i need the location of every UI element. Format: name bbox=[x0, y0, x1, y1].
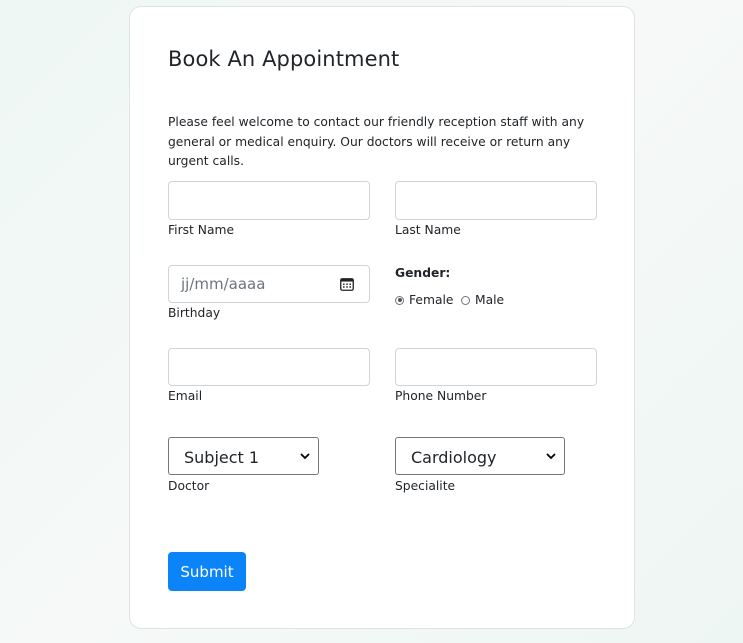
doctor-select[interactable]: Subject 1 bbox=[168, 437, 319, 475]
chevron-down-icon bbox=[546, 453, 556, 460]
first-name-label: First Name bbox=[168, 223, 235, 237]
last-name-input[interactable] bbox=[395, 181, 597, 220]
last-name-label: Last Name bbox=[395, 223, 461, 237]
first-name-input[interactable] bbox=[168, 181, 370, 220]
doctor-label: Doctor bbox=[168, 479, 210, 493]
page-title: Book An Appointment bbox=[168, 47, 400, 71]
birthday-placeholder: jj/mm/aaaa bbox=[181, 275, 266, 293]
phone-number-input[interactable] bbox=[395, 348, 597, 386]
gender-female-option[interactable]: Female bbox=[395, 293, 453, 307]
email-label: Email bbox=[168, 389, 203, 403]
doctor-selected-value: Subject 1 bbox=[184, 448, 260, 467]
gender-male-option[interactable]: Male bbox=[461, 293, 504, 307]
speciality-selected-value: Cardiology bbox=[411, 448, 497, 467]
birthday-label: Birthday bbox=[168, 306, 221, 320]
male-radio-label: Male bbox=[475, 293, 505, 307]
birthday-input[interactable]: jj/mm/aaaa bbox=[168, 265, 370, 303]
submit-button[interactable]: Submit bbox=[168, 552, 246, 591]
male-radio[interactable] bbox=[461, 295, 470, 305]
female-radio-label: Female bbox=[409, 293, 454, 307]
chevron-down-icon bbox=[300, 453, 310, 460]
speciality-select[interactable]: Cardiology bbox=[395, 437, 565, 475]
appointment-card: Book An Appointment Please feel welcome … bbox=[129, 6, 635, 629]
calendar-icon[interactable] bbox=[340, 277, 354, 291]
gender-label: Gender: bbox=[395, 266, 451, 280]
email-input[interactable] bbox=[168, 348, 370, 386]
intro-text: Please feel welcome to contact our frien… bbox=[168, 115, 585, 168]
phone-number-label: Phone Number bbox=[395, 389, 487, 403]
speciality-label: Specialite bbox=[395, 479, 456, 493]
female-radio[interactable] bbox=[395, 295, 404, 305]
